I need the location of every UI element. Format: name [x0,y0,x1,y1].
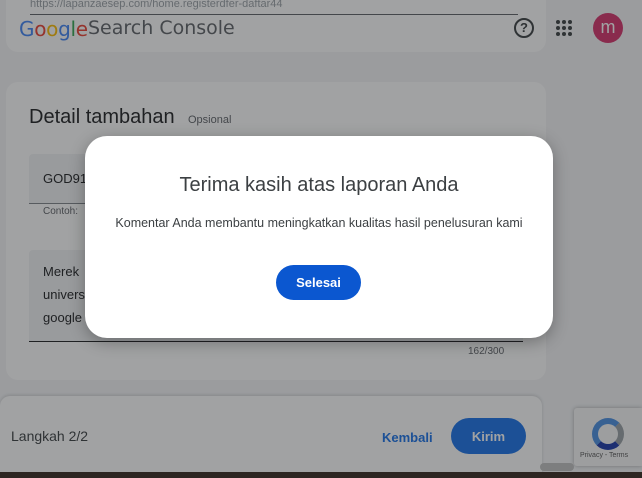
done-button[interactable]: Selesai [276,265,361,300]
dialog-title: Terima kasih atas laporan Anda [179,174,459,196]
dialog-message: Komentar Anda membantu meningkatkan kual… [115,216,523,230]
thank-you-dialog: Terima kasih atas laporan Anda Komentar … [85,136,553,338]
